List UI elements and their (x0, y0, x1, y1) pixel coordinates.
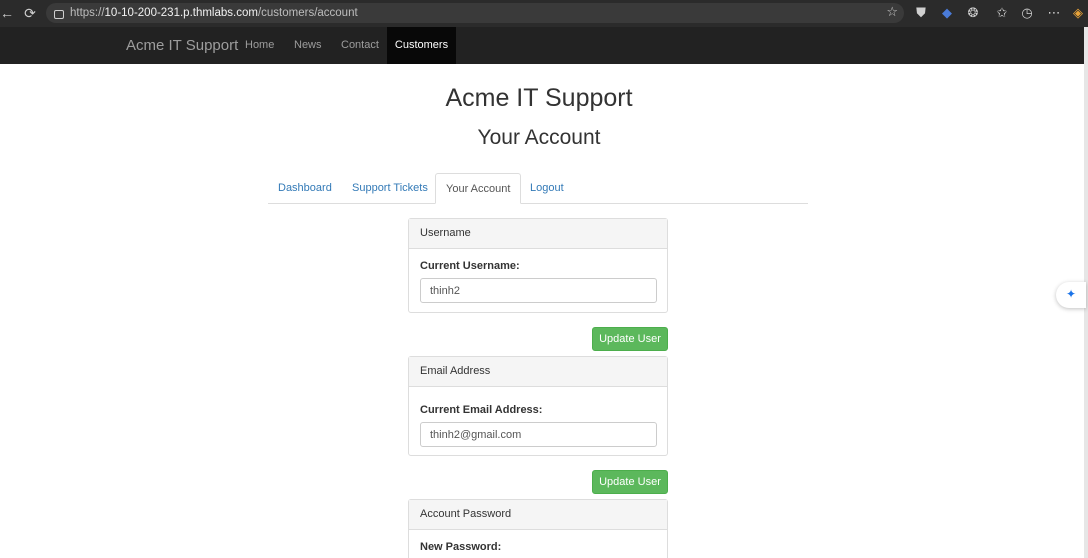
favorites-icon[interactable]: ✩ (994, 5, 1010, 21)
nav-link-contact[interactable]: Contact (341, 39, 379, 51)
bookmark-star-icon[interactable]: ☆ (886, 4, 898, 20)
email-input[interactable] (420, 422, 657, 447)
tab-your-account[interactable]: Your Account (435, 173, 522, 204)
username-input[interactable] (420, 278, 657, 303)
page-title: Your Account (477, 126, 601, 149)
address-bar[interactable]: https://10-10-200-231.p.thmlabs.com/cust… (46, 3, 904, 23)
copilot-icon[interactable]: ◈ (1070, 5, 1086, 21)
browser-toolbar: ← ⟳ https://10-10-200-231.p.thmlabs.com/… (0, 0, 1088, 27)
nav-link-home[interactable]: Home (245, 39, 274, 51)
field-label: New Password: (420, 541, 502, 553)
site-navbar: Acme IT Support Home News Contact Custom… (0, 27, 1088, 64)
reload-icon[interactable]: ⟳ (20, 5, 40, 22)
email-panel: Email Address Current Email Address: (408, 356, 668, 456)
panel-heading: Email Address (409, 357, 667, 387)
password-panel: Account Password New Password: (408, 499, 668, 558)
panel-heading: Username (409, 219, 667, 249)
sparkle-drop-icon: ✦ (1066, 287, 1077, 301)
panel-heading: Account Password (409, 500, 667, 530)
update-username-button[interactable]: Update User (592, 327, 668, 351)
more-options-icon[interactable]: ⋯ (1046, 5, 1062, 21)
navbar-brand[interactable]: Acme IT Support (126, 37, 238, 54)
tab-dashboard[interactable]: Dashboard (268, 173, 342, 204)
lock-icon (54, 9, 64, 19)
history-icon[interactable]: ◷ (1019, 5, 1035, 21)
sidebar-assistant-button[interactable]: ✦ (1056, 282, 1086, 308)
shield-icon[interactable]: ⛊ (913, 5, 929, 21)
extension-icon[interactable]: ◆ (939, 5, 955, 21)
nav-link-news[interactable]: News (294, 39, 322, 51)
field-label: Current Username: (420, 260, 520, 272)
tab-support-tickets[interactable]: Support Tickets (342, 173, 438, 204)
username-panel: Username Current Username: (408, 218, 668, 313)
back-icon[interactable]: ← (0, 5, 14, 21)
site-heading: Acme IT Support (445, 84, 633, 112)
extension-puzzle-icon[interactable]: ❂ (965, 5, 981, 21)
field-label: Current Email Address: (420, 404, 543, 416)
tab-logout[interactable]: Logout (520, 173, 574, 204)
url-text: https://10-10-200-231.p.thmlabs.com/cust… (70, 7, 358, 19)
account-tabs: Dashboard Support Tickets Your Account L… (268, 173, 808, 204)
nav-link-customers[interactable]: Customers (387, 27, 456, 64)
update-email-button[interactable]: Update User (592, 470, 668, 494)
